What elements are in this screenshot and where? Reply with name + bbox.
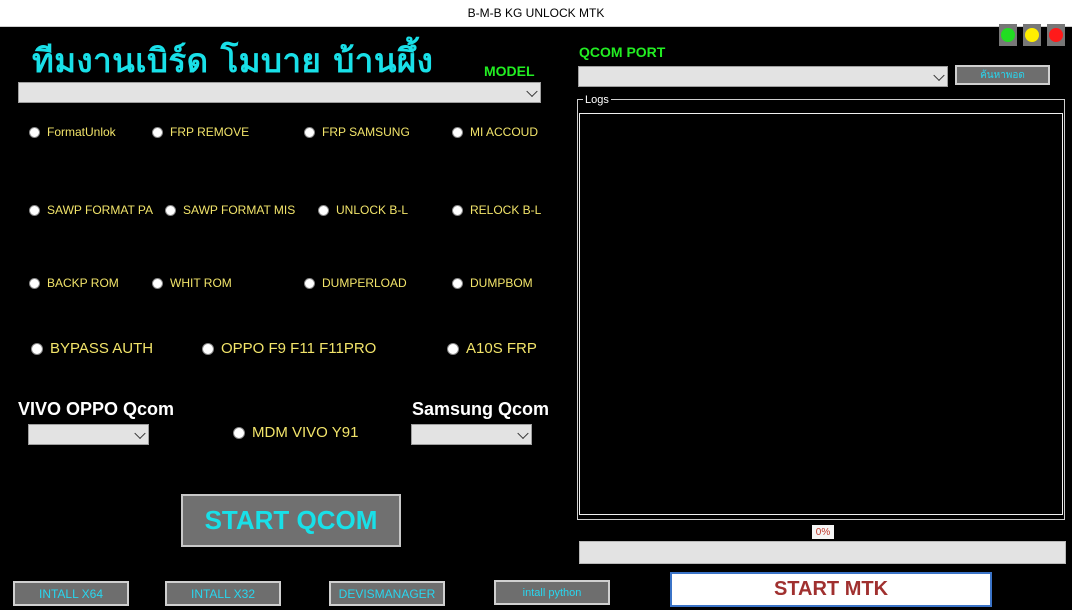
vivo-oppo-dropdown[interactable] bbox=[28, 424, 149, 445]
radio-label: WHIT ROM bbox=[170, 276, 232, 290]
radio-unlock-bl[interactable]: UNLOCK B-L bbox=[318, 203, 408, 217]
radio-circle-icon bbox=[318, 204, 329, 216]
radio-label: FRP REMOVE bbox=[170, 125, 250, 139]
radio-label: SAWP FORMAT PA bbox=[47, 203, 154, 217]
radio-label: MDM VIVO Y91 bbox=[252, 424, 359, 441]
logs-legend: Logs bbox=[583, 94, 611, 106]
radio-mdm-vivo-y91[interactable]: MDM VIVO Y91 bbox=[233, 424, 358, 441]
radio-oppo-f9-f11[interactable]: OPPO F9 F11 F11PRO bbox=[202, 340, 376, 357]
radio-circle-icon bbox=[452, 204, 463, 216]
device-manager-button[interactable]: DEVISMANAGER bbox=[329, 581, 445, 606]
start-qcom-button[interactable]: START QCOM bbox=[181, 494, 401, 547]
radio-frp-remove[interactable]: FRP REMOVE bbox=[152, 125, 249, 139]
radio-label: UNLOCK B-L bbox=[336, 203, 409, 217]
install-x64-button[interactable]: INTALL X64 bbox=[13, 581, 129, 606]
yellow-indicator-icon[interactable] bbox=[1023, 24, 1041, 46]
radio-label: FormatUnlok bbox=[47, 125, 116, 139]
chevron-down-icon bbox=[526, 85, 538, 97]
radio-label: A10S FRP bbox=[466, 340, 537, 357]
radio-sawp-format-pa[interactable]: SAWP FORMAT PA bbox=[29, 203, 153, 217]
progress-bar bbox=[579, 541, 1066, 564]
start-mtk-button[interactable]: START MTK bbox=[670, 572, 992, 607]
window-title: B-M-B KG UNLOCK MTK bbox=[467, 6, 605, 20]
chevron-down-icon bbox=[933, 69, 945, 81]
model-label: MODEL bbox=[484, 63, 535, 79]
radio-circle-icon bbox=[233, 426, 245, 439]
radio-label: MI ACCOUD bbox=[470, 125, 539, 139]
samsung-qcom-heading: Samsung Qcom bbox=[412, 399, 550, 419]
chevron-down-icon bbox=[134, 427, 146, 439]
red-indicator-icon[interactable] bbox=[1047, 24, 1065, 46]
radio-a10s-frp[interactable]: A10S FRP bbox=[447, 340, 537, 357]
radio-dumperload[interactable]: DUMPERLOAD bbox=[304, 276, 407, 290]
qcom-port-dropdown[interactable] bbox=[578, 66, 948, 87]
model-dropdown[interactable] bbox=[18, 82, 541, 103]
radio-circle-icon bbox=[452, 126, 463, 138]
radio-circle-icon bbox=[29, 277, 40, 289]
radio-circle-icon bbox=[29, 204, 40, 216]
qcom-port-label: QCOM PORT bbox=[579, 44, 666, 60]
progress-percent: 0% bbox=[812, 525, 834, 539]
radio-dumpbom[interactable]: DUMPBOM bbox=[452, 276, 533, 290]
radio-sawp-format-mis[interactable]: SAWP FORMAT MIS bbox=[165, 203, 295, 217]
radio-label: BACKP ROM bbox=[47, 276, 119, 290]
radio-frp-samsung[interactable]: FRP SAMSUNG bbox=[304, 125, 410, 139]
radio-circle-icon bbox=[202, 342, 214, 355]
radio-label: DUMPBOM bbox=[470, 276, 533, 290]
radio-backp-rom[interactable]: BACKP ROM bbox=[29, 276, 119, 290]
radio-relock-bl[interactable]: RELOCK B-L bbox=[452, 203, 541, 217]
radio-circle-icon bbox=[165, 204, 176, 216]
radio-bypass-auth[interactable]: BYPASS AUTH bbox=[31, 340, 153, 357]
radio-label: SAWP FORMAT MIS bbox=[183, 203, 296, 217]
title-bar: B-M-B KG UNLOCK MTK bbox=[0, 0, 1072, 27]
radio-label: BYPASS AUTH bbox=[50, 340, 154, 357]
vivo-oppo-heading: VIVO OPPO Qcom bbox=[18, 399, 175, 419]
banner-text: ทีมงานเบิร์ด โมบาย บ้านผึ้ง bbox=[32, 41, 434, 80]
radio-label: OPPO F9 F11 F11PRO bbox=[221, 340, 377, 357]
search-port-button[interactable]: ค้นหาพอด bbox=[955, 65, 1050, 85]
radio-circle-icon bbox=[31, 342, 43, 355]
radio-label: DUMPERLOAD bbox=[322, 276, 407, 290]
chevron-down-icon bbox=[517, 427, 529, 439]
radio-label: FRP SAMSUNG bbox=[322, 125, 410, 139]
radio-circle-icon bbox=[304, 126, 315, 138]
green-indicator-icon[interactable] bbox=[999, 24, 1017, 46]
install-python-button[interactable]: intall python bbox=[494, 580, 610, 605]
radio-label: RELOCK B-L bbox=[470, 203, 542, 217]
radio-formatunlok[interactable]: FormatUnlok bbox=[29, 125, 116, 139]
radio-circle-icon bbox=[447, 342, 459, 355]
radio-whit-rom[interactable]: WHIT ROM bbox=[152, 276, 232, 290]
radio-circle-icon bbox=[152, 126, 163, 138]
samsung-dropdown[interactable] bbox=[411, 424, 532, 445]
install-x32-button[interactable]: INTALL X32 bbox=[165, 581, 281, 606]
radio-circle-icon bbox=[304, 277, 315, 289]
radio-circle-icon bbox=[452, 277, 463, 289]
radio-mi-accoud[interactable]: MI ACCOUD bbox=[452, 125, 538, 139]
radio-circle-icon bbox=[152, 277, 163, 289]
radio-circle-icon bbox=[29, 126, 40, 138]
logs-textarea[interactable] bbox=[579, 113, 1063, 515]
